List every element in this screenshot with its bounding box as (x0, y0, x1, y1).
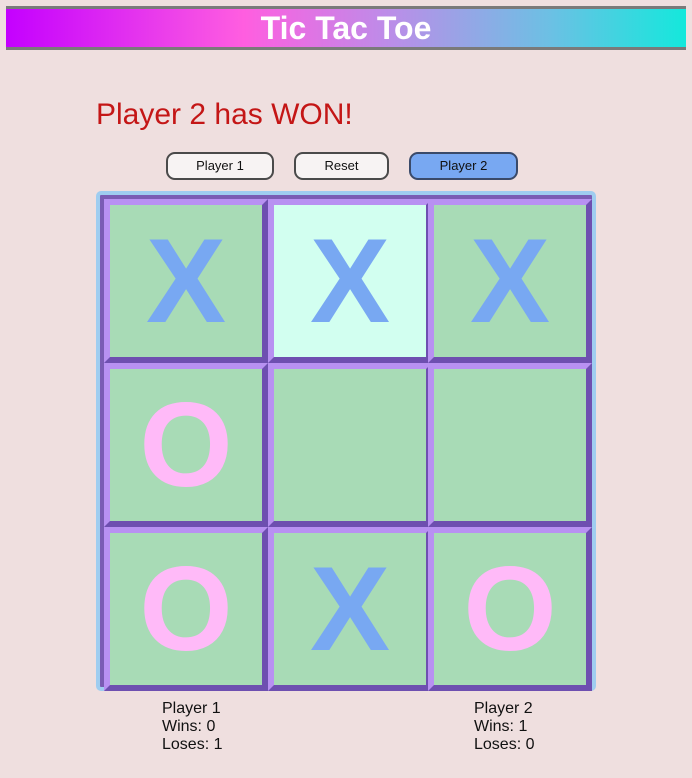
reset-button[interactable]: Reset (294, 152, 389, 180)
player1-name: Player 1 (162, 700, 221, 717)
board-cell[interactable]: O (428, 527, 592, 691)
app-header: Tic Tac Toe (6, 6, 686, 50)
board-cell[interactable]: X (104, 199, 268, 363)
player1-loses: Loses: 1 (162, 736, 223, 753)
game-status-message: Player 2 has WON! (96, 98, 353, 131)
board-cell[interactable]: O (104, 363, 268, 527)
board-cell[interactable]: O (104, 527, 268, 691)
player2-name: Player 2 (474, 700, 533, 717)
board-cell[interactable]: X (268, 199, 432, 363)
board-cell[interactable] (428, 363, 592, 527)
player1-wins: Wins: 0 (162, 718, 216, 735)
player1-stats: Player 1 Wins: 0 Loses: 1 (162, 700, 222, 754)
cell-mark: X (309, 214, 391, 348)
game-board: X X X O O X O (96, 191, 596, 691)
player1-button[interactable]: Player 1 (166, 152, 274, 180)
app-title: Tic Tac Toe (260, 10, 432, 46)
player2-wins: Wins: 1 (474, 718, 528, 735)
board-cell[interactable]: X (428, 199, 592, 363)
cell-mark: X (309, 542, 391, 676)
cell-mark: X (145, 214, 227, 348)
cell-mark: O (139, 542, 233, 676)
board-cell[interactable] (268, 363, 432, 527)
cell-mark: O (139, 378, 233, 512)
player2-button[interactable]: Player 2 (409, 152, 518, 180)
player2-stats: Player 2 Wins: 1 Loses: 0 (474, 700, 534, 754)
board-cell[interactable]: X (268, 527, 432, 691)
cell-mark: O (463, 542, 557, 676)
cell-mark: X (469, 214, 551, 348)
player2-loses: Loses: 0 (474, 736, 535, 753)
